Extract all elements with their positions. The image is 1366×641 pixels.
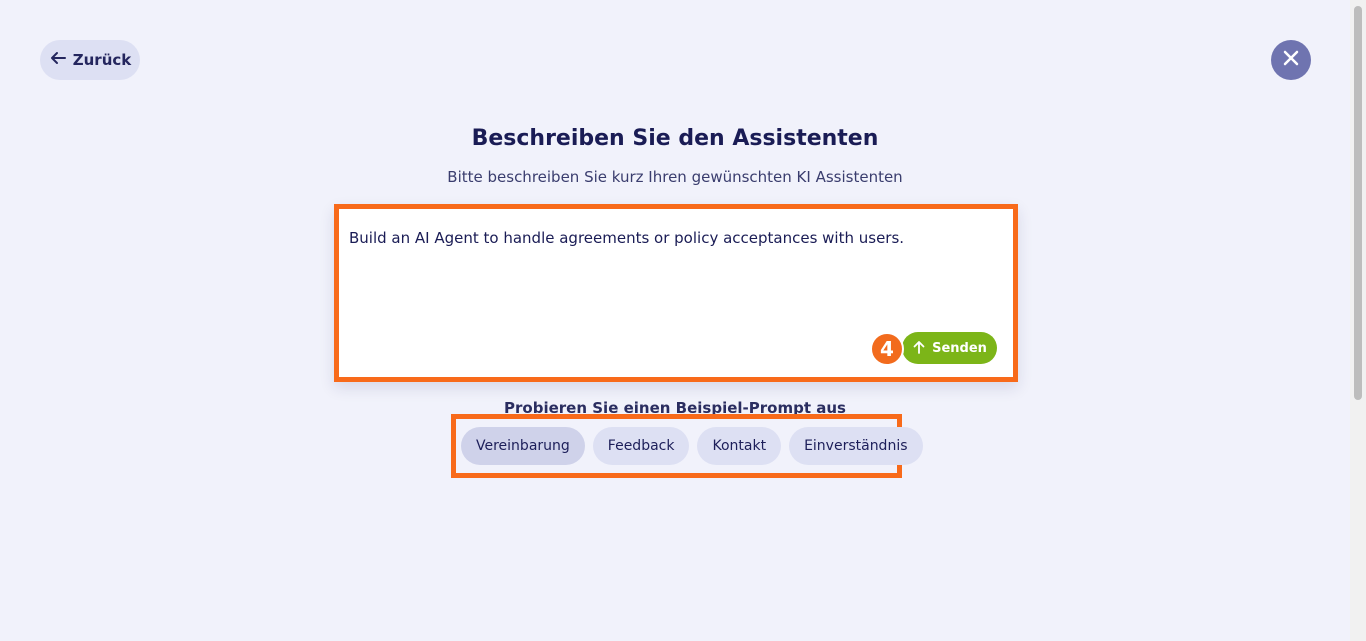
page-subtitle: Bitte beschreiben Sie kurz Ihren gewünsc…: [447, 168, 903, 186]
example-chips: Vereinbarung Feedback Kontakt Einverstän…: [451, 414, 923, 478]
page-title: Beschreiben Sie den Assistenten: [471, 126, 879, 151]
arrow-left-icon: [49, 49, 67, 71]
prompt-box: Build an AI Agent to handle agreements o…: [334, 204, 1018, 382]
step-badge: 4: [870, 332, 904, 366]
chip-vereinbarung[interactable]: Vereinbarung: [461, 427, 585, 465]
chip-kontakt[interactable]: Kontakt: [697, 427, 782, 465]
arrow-up-icon: [912, 339, 926, 358]
scrollbar-thumb[interactable]: [1354, 6, 1362, 400]
send-label: Senden: [932, 340, 987, 356]
send-button[interactable]: Senden: [902, 332, 997, 364]
page: Zurück Beschreiben Sie den Assistenten B…: [0, 0, 1350, 641]
back-button[interactable]: Zurück: [40, 40, 140, 80]
scrollbar[interactable]: [1350, 0, 1366, 641]
close-button[interactable]: [1271, 40, 1311, 80]
chip-feedback[interactable]: Feedback: [592, 427, 690, 465]
close-icon: [1282, 49, 1300, 71]
prompt-textarea[interactable]: Build an AI Agent to handle agreements o…: [349, 229, 989, 247]
back-label: Zurück: [72, 51, 132, 69]
chip-einverstaendnis[interactable]: Einverständnis: [789, 427, 923, 465]
